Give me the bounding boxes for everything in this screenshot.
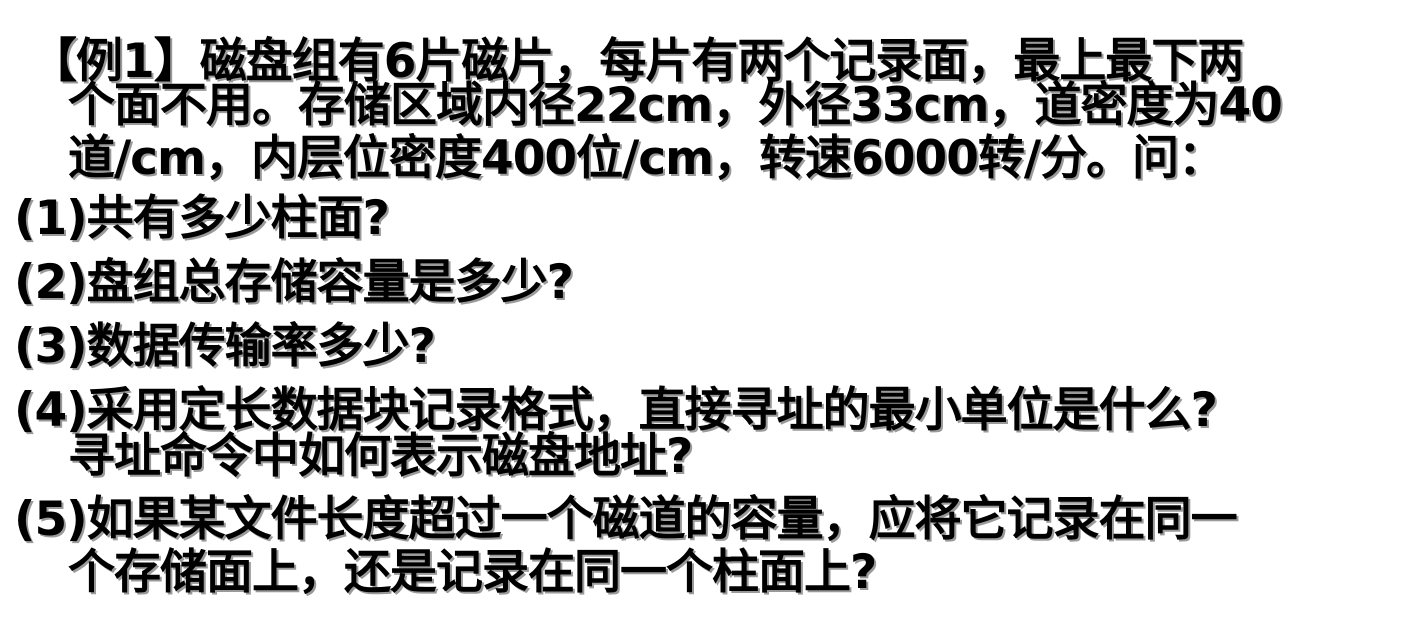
question-1-number: (1) xyxy=(14,191,88,246)
question-4-text-line-2: 寻址命令中如何表示磁盘地址? xyxy=(68,429,693,484)
question-5-text-line-2: 个存储面上，还是记录在同一个柱面上? xyxy=(68,545,877,600)
problem-intro-line-2: 个面不用。存储区域内径22cm，外径33cm，道密度为40 xyxy=(68,78,1283,133)
question-3-text: 数据传输率多少? xyxy=(86,319,436,374)
problem-intro-line-3: 道/cm，内层位密度400位/cm，转速6000转/分。问： xyxy=(68,131,1225,186)
question-2-number: (2) xyxy=(14,255,88,310)
question-1: (1)共有多少柱面? xyxy=(14,191,390,246)
slide: 【例1】磁盘组有6片磁片，每片有两个记录面，最上最下两 个面不用。存储区域内径2… xyxy=(0,0,1413,630)
question-3: (3)数据传输率多少? xyxy=(14,319,436,374)
question-5-number: (5) xyxy=(14,492,88,547)
question-3-number: (3) xyxy=(14,319,88,374)
question-1-text: 共有多少柱面? xyxy=(86,191,390,246)
question-2-text: 盘组总存储容量是多少? xyxy=(86,255,574,310)
question-5-text-line-1: 如果某文件长度超过一个磁道的容量，应将它记录在同一 xyxy=(86,492,1238,547)
question-2: (2)盘组总存储容量是多少? xyxy=(14,255,574,310)
question-5: (5)如果某文件长度超过一个磁道的容量，应将它记录在同一 xyxy=(14,492,1238,547)
